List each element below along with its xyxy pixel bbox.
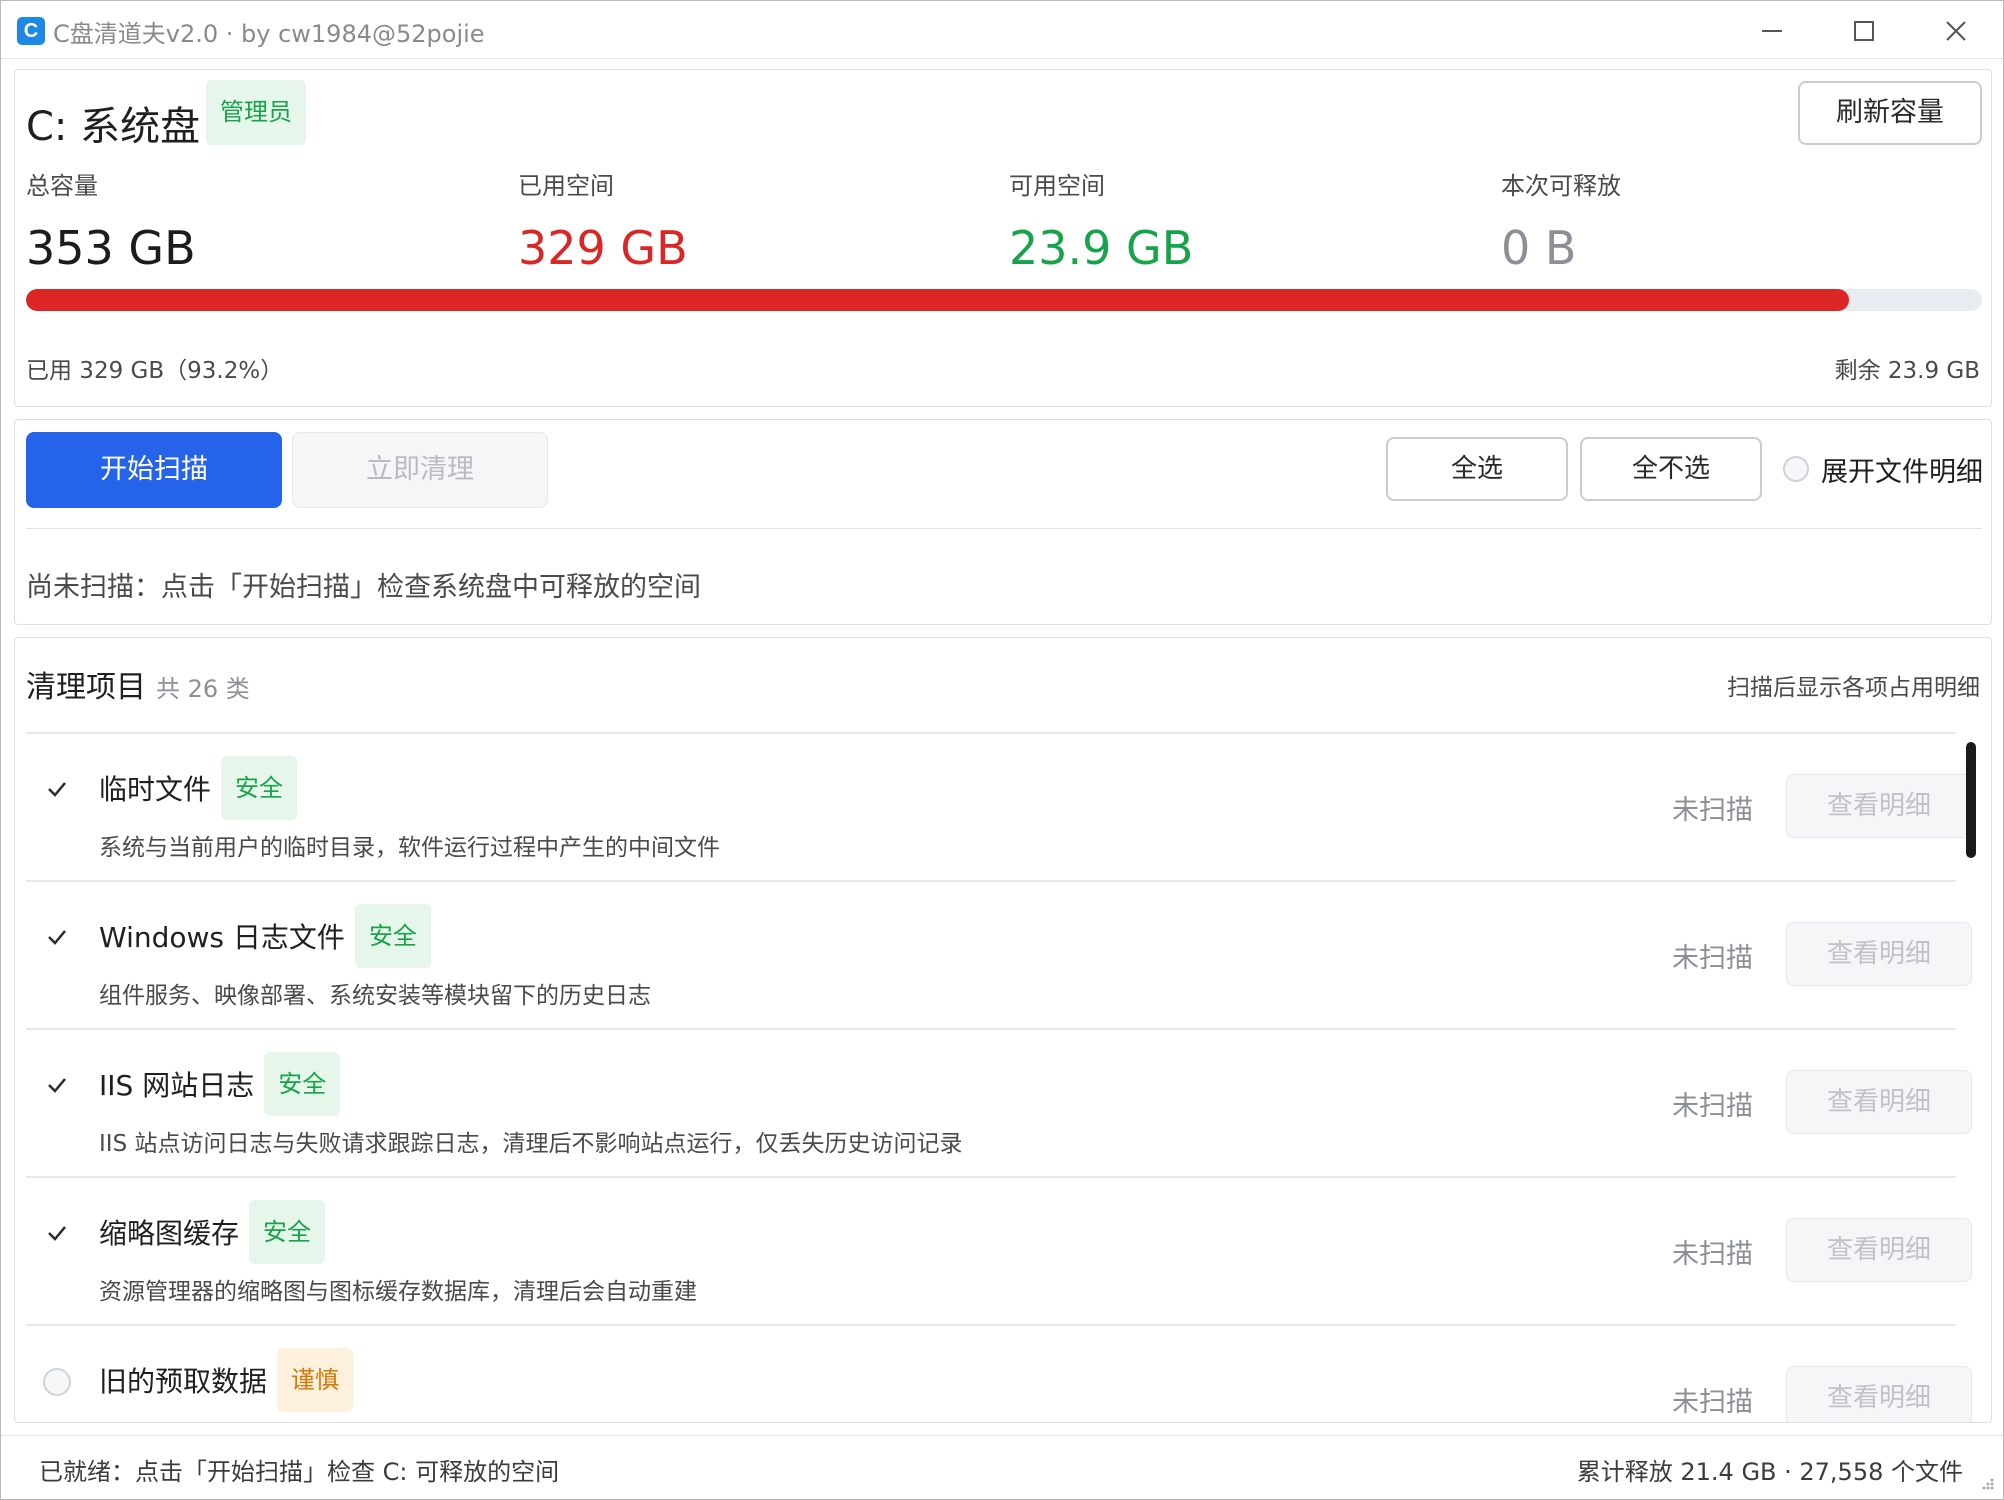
item-status: 未扫描 — [1672, 1239, 1753, 1270]
drive-title: C: 系统盘 — [26, 104, 201, 150]
item-description: 系统与当前用户的临时目录，软件运行过程中产生的中间文件 — [99, 835, 720, 861]
divider — [26, 528, 1982, 529]
view-details-button[interactable]: 查看明细 — [1786, 1218, 1972, 1282]
stat-total-value: 353 GB — [26, 221, 196, 275]
item-name: 临时文件 安全 — [99, 756, 298, 820]
refresh-capacity-button[interactable]: 刷新容量 — [1798, 81, 1982, 145]
stat-release: 本次可释放 0 B — [1501, 166, 1621, 275]
safe-badge: 安全 — [221, 756, 298, 820]
safe-badge: 安全 — [354, 904, 431, 968]
safe-badge: 安全 — [249, 1200, 326, 1264]
safe-badge: 安全 — [264, 1052, 341, 1116]
expand-file-details-label: 展开文件明细 — [1821, 457, 1983, 488]
view-details-button[interactable]: 查看明细 — [1786, 1366, 1972, 1422]
admin-badge: 管理员 — [206, 80, 306, 145]
select-all-button[interactable]: 全选 — [1386, 437, 1568, 501]
maximize-button[interactable] — [1834, 11, 1894, 51]
scan-hint-text: 尚未扫描：点击「开始扫描」检查系统盘中可释放的空间 — [26, 572, 701, 603]
status-released-total: 累计释放 21.4 GB · 27,558 个文件 — [1576, 1458, 1963, 1486]
title-bar: C C盘清道夫v2.0 · by cw1984@52pojie — [1, 1, 2003, 59]
cleanup-item-row[interactable]: 旧的预取数据 谨慎 未扫描 查看明细 — [26, 1324, 1972, 1422]
expand-file-details-toggle[interactable]: 展开文件明细 — [1783, 446, 1983, 490]
items-title: 清理项目共 26 类 — [26, 662, 250, 706]
items-count: 共 26 类 — [156, 675, 250, 703]
item-name: IIS 网站日志 安全 — [99, 1052, 341, 1116]
stat-total: 总容量 353 GB — [26, 166, 196, 275]
select-none-button[interactable]: 全不选 — [1580, 437, 1762, 501]
usage-progress-bar — [26, 289, 1982, 311]
usage-progress-fill — [26, 289, 1849, 311]
scrollbar[interactable] — [1963, 742, 1979, 1422]
items-title-text: 清理项目 — [26, 670, 146, 705]
checkmark-icon[interactable] — [42, 774, 72, 804]
minimize-button[interactable] — [1742, 11, 1802, 51]
checkmark-icon[interactable] — [42, 1070, 72, 1100]
maximize-icon — [1854, 21, 1874, 41]
status-ready-text: 已就绪：点击「开始扫描」检查 C: 可释放的空间 — [39, 1458, 560, 1486]
item-name-text: 临时文件 — [99, 773, 212, 806]
view-details-button[interactable]: 查看明细 — [1786, 922, 1972, 986]
item-status: 未扫描 — [1672, 795, 1753, 826]
cleanup-item-row[interactable]: IIS 网站日志 安全 IIS 站点访问日志与失败请求跟踪日志，清理后不影响站点… — [26, 1028, 1972, 1176]
view-details-button[interactable]: 查看明细 — [1786, 1070, 1972, 1134]
item-status: 未扫描 — [1672, 1091, 1753, 1122]
cleanup-items-card: 清理项目共 26 类 扫描后显示各项占用明细 临时文件 安全 系统与当前用户的临… — [14, 637, 1992, 1423]
items-hint: 扫描后显示各项占用明细 — [1727, 675, 1980, 701]
usage-remaining-text: 剩余 23.9 GB — [1834, 358, 1980, 384]
status-bar: 已就绪：点击「开始扫描」检查 C: 可释放的空间 累计释放 21.4 GB · … — [1, 1435, 2003, 1499]
cleanup-item-row[interactable]: 缩略图缓存 安全 资源管理器的缩略图与图标缓存数据库，清理后会自动重建 未扫描 … — [26, 1176, 1972, 1324]
item-name-text: 旧的预取数据 — [99, 1365, 268, 1398]
item-name-text: Windows 日志文件 — [99, 921, 345, 954]
window-title: C盘清道夫v2.0 · by cw1984@52pojie — [53, 20, 485, 48]
action-card: 开始扫描 立即清理 全选 全不选 展开文件明细 尚未扫描：点击「开始扫描」检查系… — [14, 419, 1992, 625]
caution-badge: 谨慎 — [277, 1348, 354, 1412]
start-scan-button[interactable]: 开始扫描 — [26, 432, 282, 508]
item-name: 旧的预取数据 谨慎 — [99, 1348, 354, 1412]
checkmark-icon[interactable] — [42, 922, 72, 952]
item-status: 未扫描 — [1672, 1387, 1753, 1418]
stat-free-value: 23.9 GB — [1009, 221, 1194, 275]
stat-used-label: 已用空间 — [518, 172, 614, 200]
cleanup-item-row[interactable]: 临时文件 安全 系统与当前用户的临时目录，软件运行过程中产生的中间文件 未扫描 … — [26, 732, 1972, 880]
stat-total-label: 总容量 — [26, 172, 98, 200]
stat-free-label: 可用空间 — [1009, 172, 1105, 200]
stat-used-value: 329 GB — [518, 221, 688, 275]
resize-grip-icon[interactable] — [1979, 1475, 1995, 1491]
usage-used-text: 已用 329 GB（93.2%） — [26, 358, 284, 384]
item-description: IIS 站点访问日志与失败请求跟踪日志，清理后不影响站点运行，仅丢失历史访问记录 — [99, 1131, 963, 1157]
clean-now-button[interactable]: 立即清理 — [292, 432, 548, 508]
close-icon — [1946, 21, 1966, 41]
stat-free: 可用空间 23.9 GB — [1009, 166, 1193, 275]
expand-radio[interactable] — [1783, 456, 1809, 482]
item-name-text: IIS 网站日志 — [99, 1069, 255, 1102]
app-c-icon: C — [17, 17, 45, 45]
item-description: 资源管理器的缩略图与图标缓存数据库，清理后会自动重建 — [99, 1279, 697, 1305]
item-name-text: 缩略图缓存 — [99, 1217, 240, 1250]
unchecked-circle-icon[interactable] — [43, 1368, 71, 1396]
item-description: 组件服务、映像部署、系统安装等模块留下的历史日志 — [99, 983, 651, 1009]
close-button[interactable] — [1926, 11, 1986, 51]
drive-overview-card: C: 系统盘 管理员 刷新容量 总容量 353 GB 已用空间 329 GB 可… — [14, 69, 1992, 407]
checkmark-icon[interactable] — [42, 1218, 72, 1248]
cleanup-item-row[interactable]: Windows 日志文件 安全 组件服务、映像部署、系统安装等模块留下的历史日志… — [26, 880, 1972, 1028]
stat-used: 已用空间 329 GB — [518, 166, 688, 275]
item-name: Windows 日志文件 安全 — [99, 904, 431, 968]
item-status: 未扫描 — [1672, 943, 1753, 974]
item-name: 缩略图缓存 安全 — [99, 1200, 326, 1264]
view-details-button[interactable]: 查看明细 — [1786, 774, 1972, 838]
stat-release-label: 本次可释放 — [1501, 172, 1621, 200]
stat-release-value: 0 B — [1501, 221, 1577, 275]
scrollbar-thumb[interactable] — [1966, 742, 1976, 858]
minimize-icon — [1762, 30, 1782, 32]
cleanup-item-list: 临时文件 安全 系统与当前用户的临时目录，软件运行过程中产生的中间文件 未扫描 … — [26, 732, 1972, 1422]
